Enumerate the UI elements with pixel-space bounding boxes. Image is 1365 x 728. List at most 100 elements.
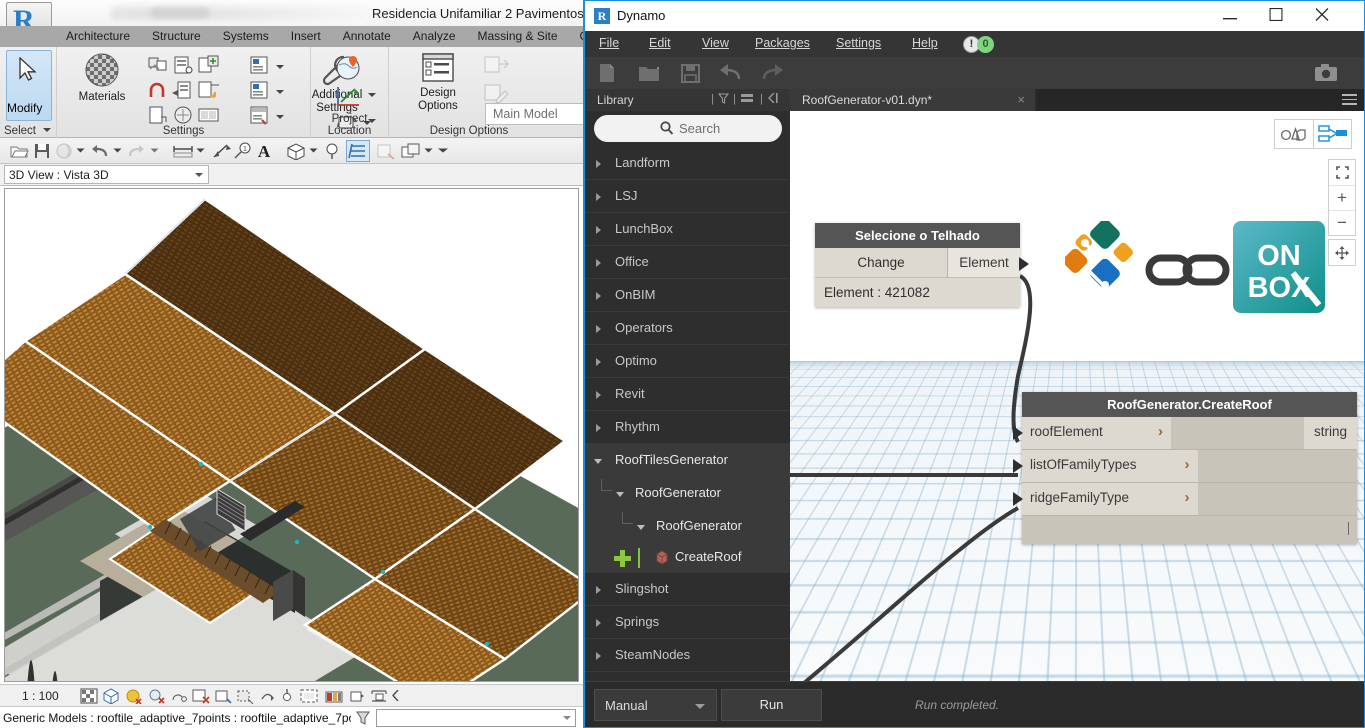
project-parameters-icon[interactable] bbox=[147, 80, 169, 100]
collapse-statusbar-icon[interactable] bbox=[392, 690, 400, 701]
change-button[interactable]: Change bbox=[815, 248, 948, 277]
workspace-tab[interactable]: RoofGenerator-v01.dyn* × bbox=[790, 89, 1035, 111]
chevron-right-icon[interactable] bbox=[596, 358, 601, 366]
chevron-right-icon[interactable] bbox=[596, 193, 601, 201]
sun-path-icon[interactable] bbox=[148, 688, 166, 704]
chevron-right-icon[interactable] bbox=[596, 226, 601, 234]
chevron-down-icon[interactable] bbox=[594, 459, 602, 468]
redo-icon[interactable] bbox=[127, 142, 147, 160]
chevron-right-icon[interactable] bbox=[596, 259, 601, 267]
text-icon[interactable]: A bbox=[255, 141, 273, 161]
chevron-right-icon[interactable] bbox=[596, 325, 601, 333]
menu-file[interactable]: File bbox=[599, 36, 619, 50]
measure-icon[interactable] bbox=[172, 142, 194, 160]
materials-button[interactable]: Materials bbox=[65, 51, 139, 104]
undo-icon[interactable] bbox=[719, 63, 743, 86]
revit-tab-annotate[interactable]: Annotate bbox=[332, 26, 402, 45]
node-resize-handle[interactable] bbox=[1347, 522, 1349, 535]
chevron-right-icon[interactable] bbox=[596, 619, 601, 627]
switch-windows-icon[interactable] bbox=[400, 142, 422, 160]
library-category-revit[interactable]: Revit bbox=[585, 378, 790, 411]
input-port-list-of-family-types[interactable]: listOfFamilyTypes › bbox=[1013, 450, 1198, 482]
output-port-string[interactable]: string bbox=[1304, 417, 1358, 449]
library-category-office[interactable]: Office bbox=[585, 246, 790, 279]
maximize-button[interactable] bbox=[1253, 1, 1299, 31]
run-button[interactable]: Run bbox=[721, 689, 822, 721]
close-icon[interactable]: × bbox=[1017, 92, 1025, 107]
geometry-view-icon[interactable] bbox=[1275, 120, 1313, 148]
pan-icon[interactable] bbox=[1329, 240, 1355, 265]
transfer-standards-icon[interactable] bbox=[197, 80, 221, 100]
hamburger-menu-icon[interactable] bbox=[1342, 94, 1357, 105]
library-category-steamnodes[interactable]: SteamNodes bbox=[585, 639, 790, 672]
crop-region-icon[interactable] bbox=[236, 688, 254, 704]
location-icon[interactable] bbox=[333, 53, 363, 81]
open-folder-icon[interactable] bbox=[638, 63, 660, 86]
open-icon[interactable] bbox=[9, 142, 29, 160]
node-create-roof[interactable]: RoofGenerator.CreateRoof roofElement › s… bbox=[1013, 392, 1358, 544]
save-icon[interactable] bbox=[33, 142, 51, 160]
object-styles-icon[interactable] bbox=[147, 55, 169, 75]
shadows-icon[interactable] bbox=[170, 688, 188, 704]
design-options-button[interactable]: Design Options bbox=[399, 51, 477, 113]
collapse-icon[interactable] bbox=[767, 92, 779, 105]
library-category-landform[interactable]: Landform bbox=[585, 147, 790, 180]
redo-caret[interactable] bbox=[150, 147, 159, 154]
default-3d-caret[interactable] bbox=[309, 147, 318, 154]
project-browser-caret[interactable] bbox=[275, 113, 285, 121]
menu-settings[interactable]: Settings bbox=[836, 36, 881, 50]
default-3d-view-icon[interactable] bbox=[285, 142, 307, 160]
revit-tab-massing-site[interactable]: Massing & Site bbox=[467, 26, 569, 45]
shared-parameters-icon[interactable] bbox=[172, 80, 196, 100]
revit-tab-insert[interactable]: Insert bbox=[280, 26, 332, 45]
save-icon[interactable] bbox=[681, 63, 700, 86]
library-category-optimo[interactable]: Optimo bbox=[585, 345, 790, 378]
revit-3d-viewport[interactable] bbox=[4, 188, 579, 682]
rendering-dialog-icon[interactable] bbox=[192, 688, 210, 704]
project-browser-icon[interactable] bbox=[249, 105, 273, 125]
library-category-lsj[interactable]: LSJ bbox=[585, 180, 790, 213]
sync-caret[interactable] bbox=[76, 147, 85, 154]
library-category-rooftilesgenerator[interactable]: RoofTilesGenerator bbox=[585, 444, 790, 477]
coordinates-caret[interactable] bbox=[367, 91, 377, 99]
snaps-icon[interactable] bbox=[172, 55, 194, 75]
revit-tab-analyze[interactable]: Analyze bbox=[402, 26, 467, 45]
library-category-onbim[interactable]: OnBIM bbox=[585, 279, 790, 312]
chevron-right-icon[interactable] bbox=[596, 652, 601, 660]
aligned-dimension-icon[interactable] bbox=[211, 142, 231, 160]
menu-edit[interactable]: Edit bbox=[649, 36, 671, 50]
menu-view[interactable]: View bbox=[702, 36, 729, 50]
minimize-button[interactable] bbox=[1207, 1, 1253, 31]
revit-tab-collab[interactable]: Collab bbox=[569, 26, 583, 45]
phases-icon[interactable] bbox=[197, 105, 221, 125]
close-button[interactable] bbox=[1299, 1, 1345, 31]
input-connector[interactable] bbox=[1013, 492, 1023, 506]
node-select-roof[interactable]: Selecione o Telhado Change Element Eleme… bbox=[815, 223, 1029, 307]
constraints-icon[interactable] bbox=[348, 688, 366, 704]
detail-level-icon[interactable] bbox=[102, 688, 120, 704]
input-port-ridge-family-type[interactable]: ridgeFamilyType › bbox=[1013, 483, 1198, 515]
redo-icon[interactable] bbox=[760, 63, 784, 86]
menu-packages[interactable]: Packages bbox=[755, 36, 810, 50]
switch-windows-caret[interactable] bbox=[424, 147, 433, 154]
library-filter-icon[interactable]: | bbox=[711, 93, 714, 105]
chevron-right-icon[interactable] bbox=[596, 391, 601, 399]
run-mode-select[interactable]: Manual bbox=[594, 689, 717, 721]
library-category-roofgenerator[interactable]: RoofGenerator bbox=[585, 477, 790, 510]
chevron-right-icon[interactable] bbox=[596, 292, 601, 300]
thin-lines-icon[interactable] bbox=[346, 140, 370, 162]
chevron-right-icon[interactable]: › bbox=[1185, 456, 1190, 473]
analytical-model-icon[interactable] bbox=[324, 688, 344, 704]
chevron-down-icon[interactable] bbox=[43, 128, 52, 132]
chevron-right-icon[interactable] bbox=[596, 586, 601, 594]
crop-view-icon[interactable] bbox=[214, 688, 232, 704]
fit-icon[interactable] bbox=[1329, 160, 1355, 185]
scope-box-icon[interactable] bbox=[370, 688, 390, 704]
library-category-operators[interactable]: Operators bbox=[585, 312, 790, 345]
chevron-right-icon[interactable] bbox=[596, 160, 601, 168]
chevron-down-icon[interactable] bbox=[616, 492, 624, 501]
input-connector[interactable] bbox=[1013, 426, 1023, 440]
graph-view-icon[interactable] bbox=[1313, 120, 1351, 148]
sync-icon[interactable] bbox=[55, 142, 75, 160]
zoom-out-icon[interactable]: − bbox=[1329, 210, 1355, 235]
